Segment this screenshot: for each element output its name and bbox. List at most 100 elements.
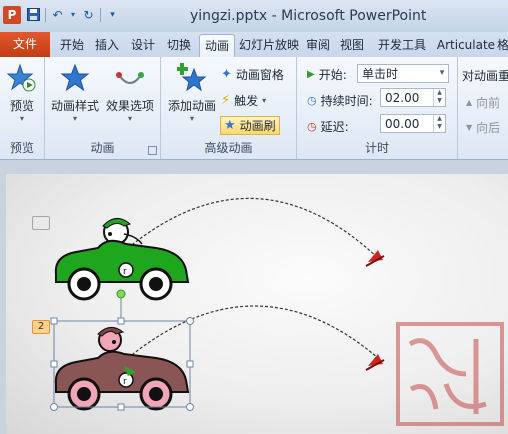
slide-editing-area: r r 2 <box>0 160 508 434</box>
triangle-down-icon: ▼ <box>466 123 473 132</box>
duration-value: 02.00 <box>385 91 420 105</box>
undo-dropdown-icon[interactable]: ▾ <box>69 7 77 22</box>
animation-badge-2[interactable]: 2 <box>32 320 50 334</box>
group-reorder: 对动画重 ▲ 向前 ▼ 向后 <box>458 57 508 159</box>
delay-clock-icon: ◷ <box>307 120 317 133</box>
redo-icon[interactable]: ↻ <box>81 7 96 22</box>
tab-articulate[interactable]: Articulate <box>436 34 496 56</box>
triangle-up-icon: ▲ <box>466 98 473 107</box>
trigger-label: 触发 <box>234 94 259 108</box>
qat-separator <box>100 7 101 22</box>
move-earlier-button[interactable]: ▲ 向前 <box>466 94 500 111</box>
start-row: ▶ 开始: <box>307 66 347 83</box>
play-icon: ▶ <box>307 69 315 80</box>
add-animation-button[interactable]: 添加动画 ▾ <box>165 63 219 123</box>
delay-spinner[interactable]: ▲ ▼ <box>433 115 445 132</box>
chevron-down-icon: ▾ <box>189 114 194 123</box>
group-label-timing: 计时 <box>364 141 389 155</box>
effect-options-button[interactable]: 效果选项 ▾ <box>103 63 157 123</box>
svg-text:r: r <box>123 267 127 277</box>
ribbon: 预览 ▾ 预览 动画样式 ▾ 效果选项 ▾ 动画 添加动画 ▾ ✦ 动画窗格 ⚡… <box>0 57 508 160</box>
effect-options-label: 效果选项 <box>105 99 154 113</box>
tab-review[interactable]: 审阅 <box>304 34 332 56</box>
title-bar: P ↶ ▾ ↻ ▾ yingzi.pptx - Microsoft PowerP… <box>0 0 508 33</box>
tab-developer[interactable]: 开发工具 <box>372 34 432 56</box>
tab-animations[interactable]: 动画 <box>199 34 235 58</box>
duration-spinner[interactable]: ▲ ▼ <box>433 89 445 106</box>
svg-text:r: r <box>123 377 127 387</box>
group-advanced-animation: 添加动画 ▾ ✦ 动画窗格 ⚡ 触发 ▾ ★ 动画刷 高级动画 <box>161 57 297 159</box>
preview-star-icon <box>7 63 36 92</box>
save-icon[interactable] <box>26 7 41 22</box>
animation-pane-icon: ✦ <box>221 67 232 82</box>
chevron-down-icon: ▾ <box>19 114 24 123</box>
slide-artwork: r r <box>50 197 504 426</box>
chevron-down-icon: ▾ <box>262 96 267 105</box>
quick-access-toolbar: ↶ ▾ ↻ ▾ <box>26 7 120 22</box>
slide[interactable]: r r 2 <box>6 174 508 434</box>
move-later-button[interactable]: ▼ 向后 <box>466 119 500 136</box>
tab-insert[interactable]: 插入 <box>92 34 122 56</box>
painter-icon: ★ <box>224 118 236 133</box>
tab-design[interactable]: 设计 <box>128 34 158 56</box>
green-car-image: r <box>54 218 190 301</box>
qat-separator <box>45 7 46 22</box>
tab-transitions[interactable]: 切换 <box>164 34 194 56</box>
delay-label: 延迟: <box>320 120 349 134</box>
clock-icon: ◷ <box>307 94 317 107</box>
animation-pane-label: 动画窗格 <box>235 68 284 82</box>
delay-row: ◷ 延迟: <box>307 118 349 135</box>
animation-styles-label: 动画样式 <box>50 99 99 113</box>
tab-view[interactable]: 视图 <box>338 34 366 56</box>
chevron-down-icon: ▾ <box>72 114 77 123</box>
tab-file[interactable]: 文件 <box>0 32 50 57</box>
motion-end-flag-1 <box>365 250 385 267</box>
chevron-down-icon[interactable]: ▾ <box>436 65 448 82</box>
preview-label: 预览 <box>9 99 34 113</box>
group-preview: 预览 ▾ 预览 <box>0 57 45 159</box>
duration-label: 持续时间: <box>320 94 373 108</box>
star-icon <box>60 63 90 92</box>
dialog-launcher-icon[interactable] <box>148 146 157 155</box>
undo-icon[interactable]: ↶ <box>50 7 65 22</box>
animation-pane-button[interactable]: ✦ 动画窗格 <box>221 66 284 83</box>
move-earlier-label: 向前 <box>476 96 501 110</box>
animation-painter-label: 动画刷 <box>239 119 276 133</box>
animation-badge-1[interactable] <box>32 216 50 230</box>
duration-row: ◷ 持续时间: <box>307 92 373 109</box>
animation-painter-button[interactable]: ★ 动画刷 <box>220 116 280 135</box>
start-select[interactable]: 单击时 ▾ <box>357 64 449 83</box>
move-later-label: 向后 <box>476 121 501 135</box>
trigger-button[interactable]: ⚡ 触发 ▾ <box>221 92 266 109</box>
window-title: yingzi.pptx - Microsoft PowerPoint <box>190 8 427 24</box>
chevron-down-icon: ▾ <box>127 114 132 123</box>
tab-slideshow[interactable]: 幻灯片放映 <box>238 34 300 56</box>
customize-qat-icon[interactable]: ▾ <box>105 7 120 22</box>
ribbon-tab-bar: 文件 开始 插入 设计 切换 动画 幻灯片放映 审阅 视图 开发工具 Artic… <box>0 32 508 58</box>
add-animation-icon <box>177 63 207 92</box>
tab-format-partial[interactable]: 格 <box>497 34 508 56</box>
group-label-animation: 动画 <box>90 141 115 155</box>
motion-path-2 <box>127 305 379 359</box>
delay-input[interactable]: 00.00 ▲ ▼ <box>380 114 446 133</box>
reorder-title: 对动画重 <box>462 69 508 83</box>
start-label: 开始: <box>318 68 347 82</box>
effect-path-icon <box>116 72 144 84</box>
seal-stamp <box>396 322 504 426</box>
preview-button[interactable]: 预览 ▾ <box>4 63 40 123</box>
animation-styles-button[interactable]: 动画样式 ▾ <box>49 63 101 123</box>
add-animation-label: 添加动画 <box>167 99 216 113</box>
shadow-car-image: r <box>54 327 190 411</box>
tab-home[interactable]: 开始 <box>57 34 87 56</box>
group-animation: 动画样式 ▾ 效果选项 ▾ 动画 <box>45 57 161 159</box>
start-value: 单击时 <box>362 67 399 81</box>
group-label-advanced: 高级动画 <box>204 141 253 155</box>
group-label-preview: 预览 <box>9 141 34 155</box>
delay-value: 00.00 <box>385 117 420 131</box>
lightning-icon: ⚡ <box>221 93 231 108</box>
powerpoint-app-icon[interactable]: P <box>3 6 21 24</box>
motion-end-flag-2 <box>365 354 385 371</box>
group-timing: ▶ 开始: 单击时 ▾ ◷ 持续时间: 02.00 ▲ ▼ ◷ 延迟: 00.00… <box>297 57 458 159</box>
duration-input[interactable]: 02.00 ▲ ▼ <box>380 88 446 107</box>
motion-path-1 <box>127 197 379 259</box>
